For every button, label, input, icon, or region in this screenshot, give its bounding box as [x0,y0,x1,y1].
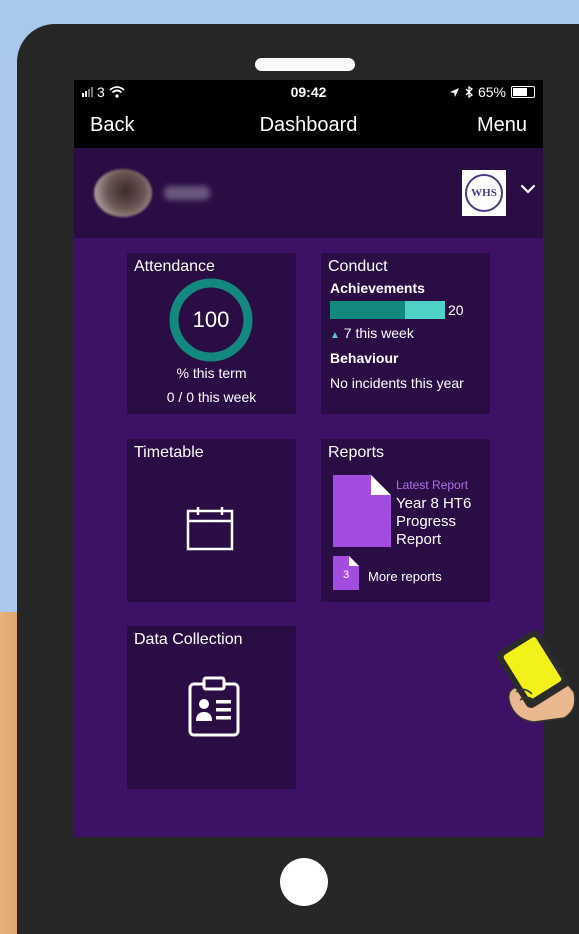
conduct-tile[interactable]: Conduct Achievements 20 ▲ 7 this week Be… [321,253,490,414]
conduct-title: Conduct [328,258,388,275]
hand-holding-phone-icon [496,630,576,723]
achievements-bar [330,301,445,319]
status-bar: 3 09:42 65% [74,80,543,104]
attendance-term-label: % this term [176,365,247,381]
latest-report-title[interactable]: Year 8 HT6 Progress Report [396,495,486,549]
student-profile-bar[interactable]: WHS [74,148,543,238]
more-reports-link[interactable]: More reports [368,569,442,584]
battery-percent: 65% [477,84,506,100]
achievements-label: Achievements [330,280,425,296]
achievements-week: ▲ 7 this week [330,325,414,341]
timetable-title: Timetable [134,444,204,461]
school-crest: WHS [465,174,503,212]
location-arrow-icon [449,87,459,97]
speaker-grille [255,58,355,71]
reports-title: Reports [328,444,385,461]
page-title: Dashboard [259,114,358,136]
app-screen: 3 09:42 65% Back Dashboard Menu WHS Atte… [74,80,543,837]
status-right-group: 65% [449,84,535,100]
trend-up-icon: ▲ [330,330,340,341]
more-reports-count: 3 [342,569,350,581]
student-name-redacted [164,186,210,200]
attendance-week-label: 0 / 0 this week [166,389,257,405]
latest-report-label: Latest Report [396,478,469,492]
menu-button[interactable]: Menu [477,114,527,137]
avatar [94,169,152,217]
bluetooth-icon [465,86,473,98]
behaviour-label: Behaviour [330,350,399,366]
achievements-bar-previous [330,301,405,319]
navigation-bar: Back Dashboard Menu [74,104,543,148]
battery-icon [511,86,535,98]
data-collection-title: Data Collection [134,631,243,648]
timetable-tile[interactable]: Timetable [127,439,296,602]
reports-tile[interactable]: Reports Latest Report Year 8 HT6 Progres… [321,439,490,602]
attendance-title: Attendance [134,258,215,275]
achievements-week-label: 7 this week [343,325,414,341]
achievements-total: 20 [448,302,464,318]
data-collection-tile[interactable]: Data Collection [127,626,296,789]
home-button[interactable] [280,858,328,906]
school-logo: WHS [462,170,506,216]
calendar-icon [186,507,234,551]
behaviour-text: No incidents this year [330,375,464,391]
document-icon[interactable] [333,475,391,547]
clipboard-icon [188,676,240,737]
attendance-tile[interactable]: Attendance 100 % this term 0 / 0 this we… [127,253,296,414]
chevron-down-icon[interactable] [519,182,537,196]
attendance-percent-value: 100 [192,307,230,332]
